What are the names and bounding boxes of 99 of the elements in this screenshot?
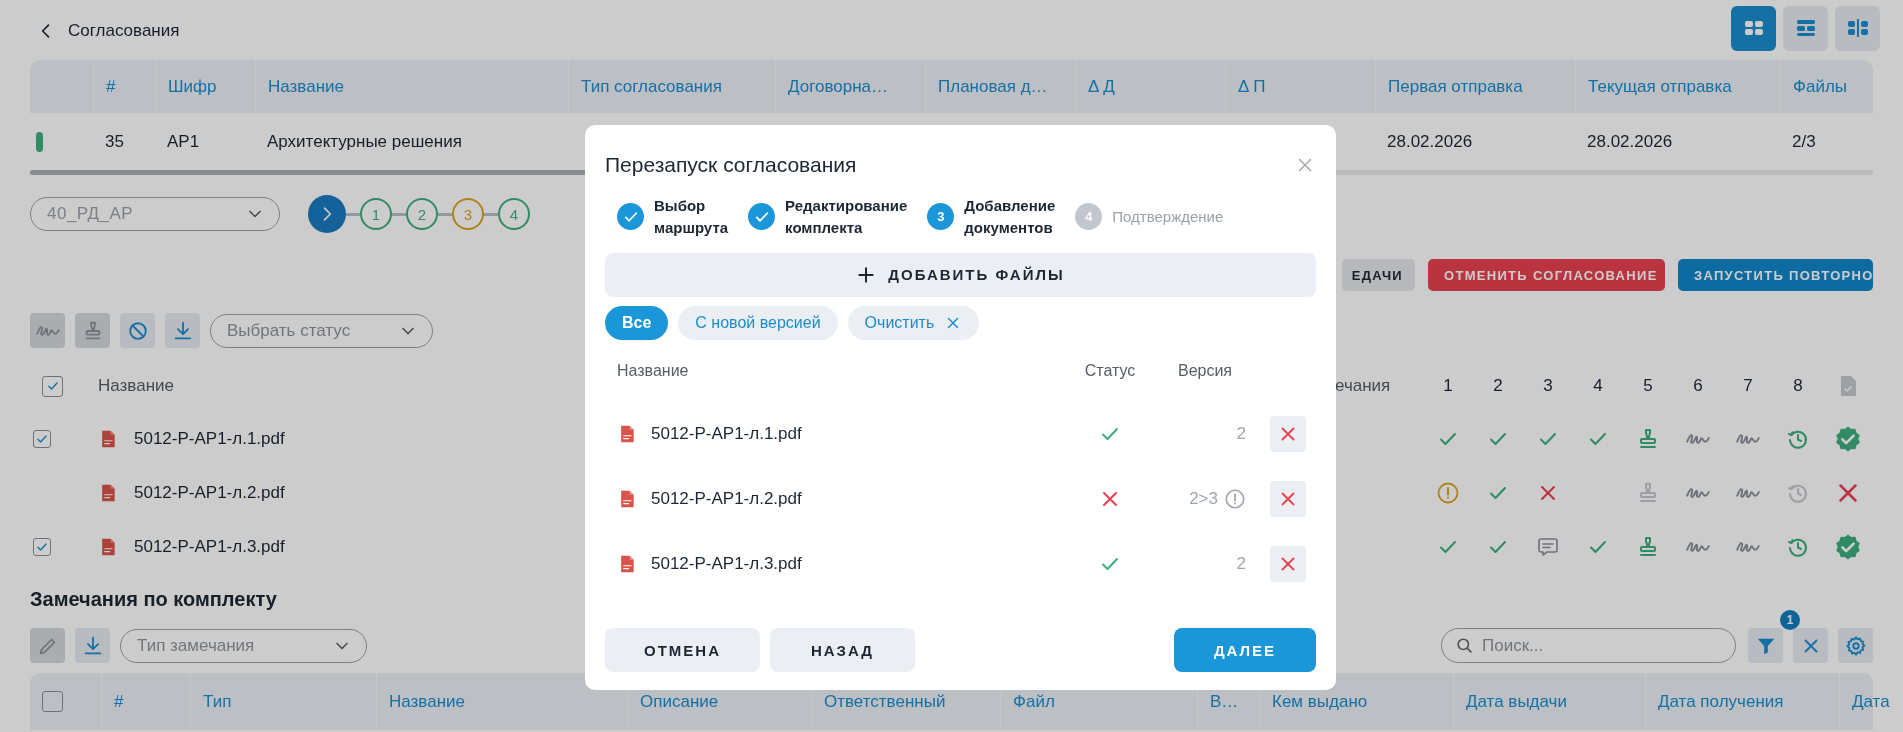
column-header[interactable]: Название <box>389 691 465 712</box>
clear-button[interactable] <box>1793 628 1828 663</box>
stage-step[interactable]: 3 <box>452 198 484 230</box>
step-indicator: 4 <box>1075 203 1103 231</box>
column-header[interactable]: Плановая д… <box>938 76 1048 97</box>
action-button[interactable]: ЗАПУСТИТЬ ПОВТОРНО <box>1678 259 1873 291</box>
checkbox[interactable] <box>33 538 51 556</box>
add-files-button[interactable]: ДОБАВИТЬ ФАЙЛЫ <box>605 252 1316 297</box>
view-mode-button[interactable] <box>1731 5 1776 51</box>
table-cell: 2/3 <box>1792 131 1816 152</box>
block-button[interactable] <box>120 313 155 348</box>
remove-button[interactable] <box>1270 416 1306 452</box>
download-button[interactable] <box>165 313 200 348</box>
column-header[interactable]: Тип <box>203 691 232 712</box>
checkbox[interactable] <box>42 375 63 397</box>
step-label: Добавление документов <box>964 196 1056 238</box>
checkbox[interactable] <box>42 691 63 712</box>
column-header[interactable]: Текущая отправка <box>1588 76 1732 97</box>
column-header[interactable]: Договорна… <box>788 76 889 97</box>
checkbox[interactable] <box>33 430 51 448</box>
next-stage-button[interactable] <box>308 195 346 233</box>
file-name: 5012-Р-АР1-л.1.pdf <box>651 424 802 444</box>
download-button[interactable] <box>75 628 110 663</box>
dialog-button[interactable]: ОТМЕНА <box>605 628 760 672</box>
count-badge: 1 <box>1778 608 1802 632</box>
column-header: Версия <box>1177 361 1233 380</box>
column-header[interactable]: В… <box>1210 691 1239 712</box>
column-header: ечания <box>1335 376 1391 396</box>
column-header: 7 <box>1743 376 1753 396</box>
column-header[interactable]: # <box>114 691 124 712</box>
file-name: 5012-Р-АР1-л.2.pdf <box>651 489 802 509</box>
column-header[interactable]: Описание <box>640 691 719 712</box>
column-header[interactable]: Δ Д <box>1088 76 1115 97</box>
column-header: 5 <box>1643 376 1653 396</box>
stage-step[interactable]: 1 <box>360 198 392 230</box>
step-label: Выбор маршрута <box>654 196 729 238</box>
view-mode-button[interactable] <box>1835 5 1880 51</box>
search-icon <box>1455 636 1474 655</box>
settings-icon <box>1844 634 1867 657</box>
table-cell: АР1 <box>167 131 200 152</box>
step-label: Подтверждение <box>1112 206 1224 227</box>
filter-button[interactable] <box>1748 628 1783 663</box>
column-header[interactable]: # <box>106 76 116 97</box>
column-header[interactable]: Дата получения <box>1658 691 1784 712</box>
column-header: 4 <box>1593 376 1603 396</box>
column-header[interactable]: Шифр <box>168 76 217 97</box>
version-text: 2>3 <box>1189 489 1218 509</box>
back-button[interactable]: Согласования <box>30 21 180 41</box>
block-icon <box>126 319 149 342</box>
stage-step[interactable]: 4 <box>498 198 530 230</box>
dialog-button[interactable]: ДАЛЕЕ <box>1174 628 1316 672</box>
filter-chip[interactable]: Все <box>605 305 669 340</box>
column-header[interactable]: Дата <box>1852 691 1890 712</box>
column-header: Статус <box>1084 361 1136 380</box>
remove-button[interactable] <box>1270 481 1306 517</box>
column-header[interactable]: Кем выдано <box>1272 691 1368 712</box>
file-name[interactable]: 5012-Р-АР1-л.3.pdf <box>134 537 285 557</box>
settings-button[interactable] <box>1838 628 1873 663</box>
version-text: 2 <box>1236 554 1246 574</box>
column-header[interactable]: Тип согласования <box>581 76 722 97</box>
split-view-icon <box>1845 16 1870 40</box>
column-header: 2 <box>1493 376 1503 396</box>
step-indicator: 3 <box>927 203 955 231</box>
clear-filter-button[interactable]: Очистить <box>847 305 980 340</box>
remove-button[interactable] <box>1270 546 1306 582</box>
file-name[interactable]: 5012-Р-АР1-л.1.pdf <box>134 429 285 449</box>
action-button[interactable]: ОТМЕНИТЬ СОГЛАСОВАНИЕ <box>1428 259 1665 291</box>
view-mode-button[interactable] <box>1783 5 1828 51</box>
column-header[interactable]: Название <box>268 76 344 97</box>
column-header[interactable]: Δ П <box>1238 76 1266 97</box>
table-cell: 35 <box>105 131 124 152</box>
table-cell: Архитектурные решения <box>267 131 462 152</box>
table-cell: 28.02.2026 <box>1587 131 1673 152</box>
version-text: 2 <box>1236 424 1246 444</box>
column-header[interactable]: Дата выдачи <box>1466 691 1567 712</box>
file-name[interactable]: 5012-Р-АР1-л.2.pdf <box>134 483 285 503</box>
column-header: 8 <box>1793 376 1803 396</box>
step-label: Редактирование комплекта <box>785 196 908 238</box>
column-header[interactable]: Первая отправка <box>1388 76 1523 97</box>
column-header: Название <box>98 376 174 396</box>
stage-step[interactable]: 2 <box>406 198 438 230</box>
dialog-button[interactable]: НАЗАД <box>770 628 915 672</box>
column-header[interactable]: Файлы <box>1793 76 1847 97</box>
filter-chip[interactable]: С новой версией <box>678 305 838 340</box>
column-header: 1 <box>1443 376 1453 396</box>
table-cell: 28.02.2026 <box>1387 131 1473 152</box>
file-name: 5012-Р-АР1-л.3.pdf <box>651 554 802 574</box>
section-title: Замечания по комплекту <box>30 588 278 612</box>
search-field[interactable]: Поиск... <box>1441 628 1736 663</box>
action-button[interactable]: ЕДАЧИ <box>1341 259 1415 291</box>
column-header[interactable]: Ответственный <box>824 691 946 712</box>
comment-icon <box>1536 535 1560 559</box>
column-header: 6 <box>1693 376 1703 396</box>
dialog-title: Перезапуск согласования <box>605 153 857 177</box>
warning-icon <box>1436 481 1460 505</box>
column-header: Название <box>617 361 689 380</box>
column-header[interactable]: Файл <box>1013 691 1055 712</box>
column-header: 3 <box>1543 376 1553 396</box>
signature-icon <box>35 324 60 337</box>
